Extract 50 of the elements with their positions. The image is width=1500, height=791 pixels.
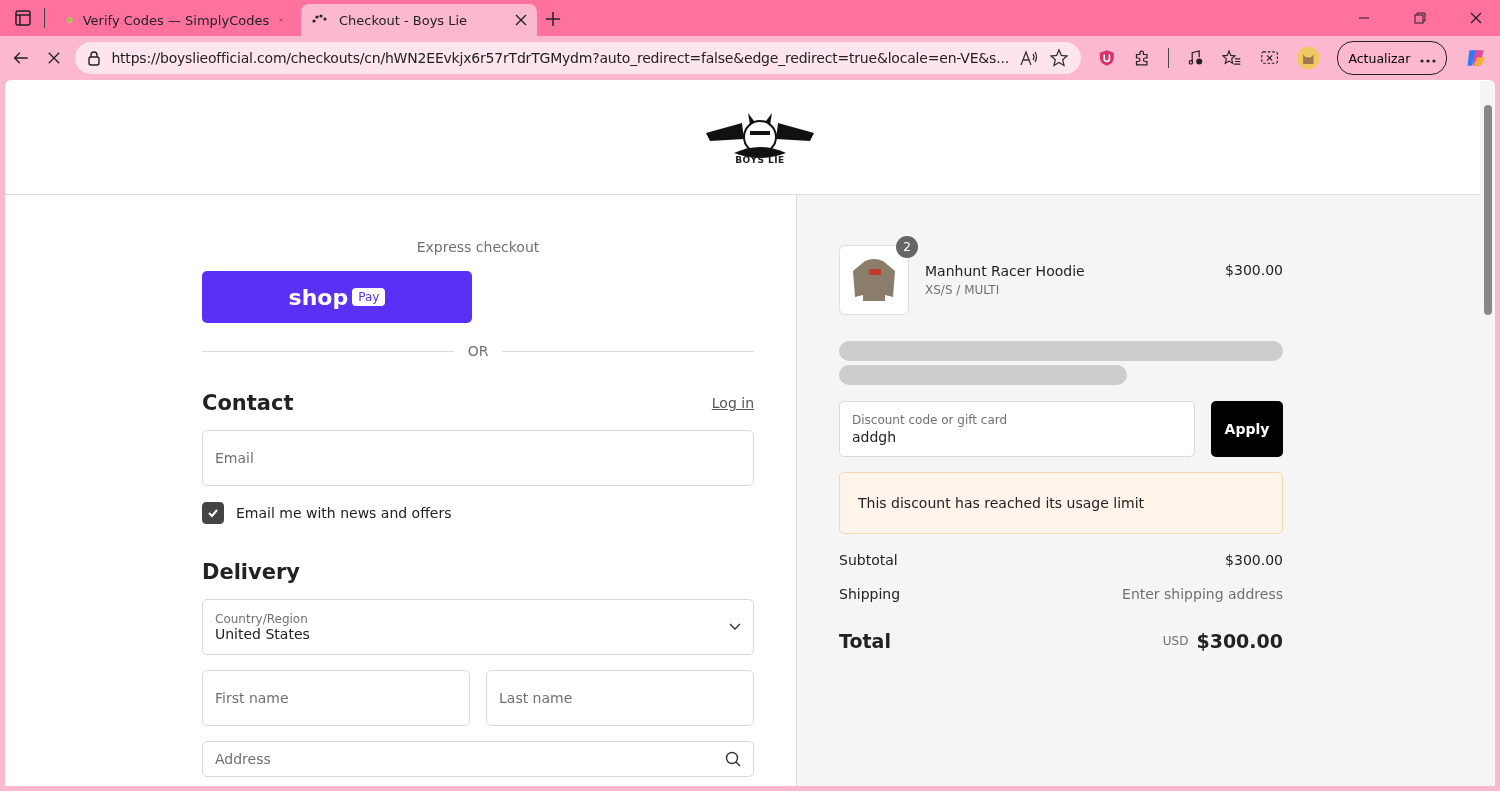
address-field[interactable]: Address (202, 741, 754, 777)
discount-code-field[interactable]: Discount code or gift card addgh (839, 401, 1195, 457)
music-icon[interactable] (1186, 48, 1205, 68)
subtotal-label: Subtotal (839, 552, 898, 568)
new-tab-icon[interactable] (545, 11, 561, 27)
shipping-label: Shipping (839, 586, 901, 602)
country-select[interactable]: Country/Region United States (202, 599, 754, 655)
or-divider-label: OR (467, 343, 489, 359)
brand-name: BOYS LIE (735, 155, 785, 165)
currency-code: USD (1162, 634, 1189, 648)
product-price: $300.00 (1225, 262, 1283, 278)
browser-tab[interactable]: Checkout - Boys Lie (301, 4, 537, 36)
product-name: Manhunt Racer Hoodie (925, 263, 1086, 279)
first-name-field[interactable]: First name (202, 670, 470, 726)
total-label: Total (839, 630, 891, 652)
address-bar[interactable]: https://boyslieofficial.com/checkouts/cn/hWN2EEvkjx6r57rTdrTGMydm?auto_redirect=false&edge_redirect=true&locale=en-VE&s... (75, 42, 1081, 74)
close-icon[interactable] (1470, 12, 1482, 24)
subtotal-value: $300.00 (1225, 552, 1283, 568)
tab-title: Verify Codes — SimplyCodes (82, 12, 270, 28)
close-icon[interactable] (515, 14, 527, 26)
tab-title: Checkout - Boys Lie (339, 12, 469, 28)
lock-icon (87, 50, 102, 66)
delivery-heading: Delivery (202, 560, 302, 584)
update-button[interactable]: Actualizar (1337, 41, 1448, 75)
login-link[interactable]: Log in (711, 395, 754, 411)
shipping-value: Enter shipping address (1122, 586, 1283, 602)
sidebar-icon[interactable] (14, 9, 32, 27)
quantity-badge: 2 (896, 236, 918, 258)
more-icon[interactable] (1420, 58, 1437, 63)
star-icon[interactable] (1048, 48, 1069, 68)
browser-tab[interactable]: Verify Codes — SimplyCodes (57, 4, 293, 36)
favorites-icon[interactable] (1222, 48, 1242, 68)
shop-pay-button[interactable]: shop Pay (202, 271, 472, 323)
checkbox-label: Email me with news and offers (236, 505, 452, 521)
discount-error-notice: This discount has reached its usage limit (839, 472, 1283, 534)
url-text: https://boyslieofficial.com/checkouts/cn/hWN2EEvkjx6r57rTdrTGMydm?auto_redirect=false&edge_redirect=true&locale=en-VE&s... (111, 50, 1009, 66)
shield-icon[interactable] (1098, 48, 1115, 68)
read-aloud-icon[interactable] (1018, 49, 1039, 67)
chevron-down-icon (729, 623, 741, 631)
stop-icon[interactable] (47, 50, 62, 66)
total-value: $300.00 (1196, 630, 1283, 652)
last-name-field[interactable]: Last name (486, 670, 754, 726)
express-checkout-label: Express checkout (415, 239, 541, 255)
restore-icon[interactable] (1414, 12, 1426, 24)
contact-heading: Contact (202, 391, 294, 415)
checkbox[interactable] (202, 502, 224, 524)
email-field[interactable]: Email (202, 430, 754, 486)
search-icon (725, 751, 741, 767)
apply-button[interactable]: Apply (1211, 401, 1283, 457)
product-variant: XS/S / MULTI (925, 283, 1001, 297)
